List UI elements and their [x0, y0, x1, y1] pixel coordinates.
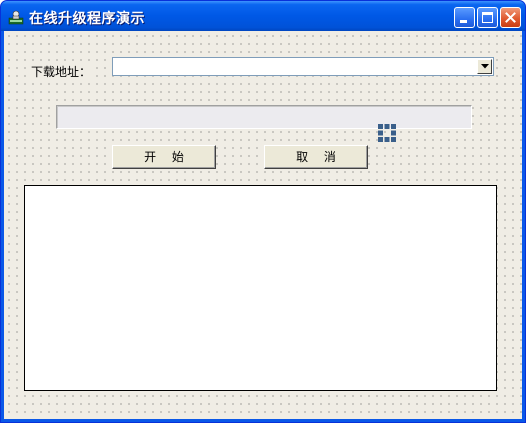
- start-button[interactable]: 开 始: [112, 145, 216, 169]
- close-icon: [505, 12, 516, 23]
- form-client-area: 下载地址： 开 始 取 消: [4, 31, 522, 419]
- chevron-down-icon: [481, 64, 489, 69]
- maximize-button[interactable]: [477, 7, 498, 28]
- main-window: 在线升级程序演示 下载地址： 开 始 取 消: [0, 0, 526, 423]
- download-url-combobox[interactable]: [112, 57, 494, 76]
- title-bar[interactable]: 在线升级程序演示: [1, 1, 525, 31]
- download-url-label: 下载地址：: [31, 63, 92, 80]
- maximize-icon: [482, 12, 493, 23]
- minimize-icon: [460, 20, 467, 23]
- combobox-dropdown-button[interactable]: [477, 59, 492, 74]
- window-title: 在线升级程序演示: [29, 11, 145, 27]
- log-output-area[interactable]: [24, 185, 497, 391]
- app-icon: [8, 10, 24, 25]
- close-button[interactable]: [500, 7, 521, 28]
- download-progress-bar: [56, 105, 472, 129]
- loading-icon: [378, 124, 396, 142]
- cancel-button[interactable]: 取 消: [264, 145, 368, 169]
- minimize-button[interactable]: [454, 7, 475, 28]
